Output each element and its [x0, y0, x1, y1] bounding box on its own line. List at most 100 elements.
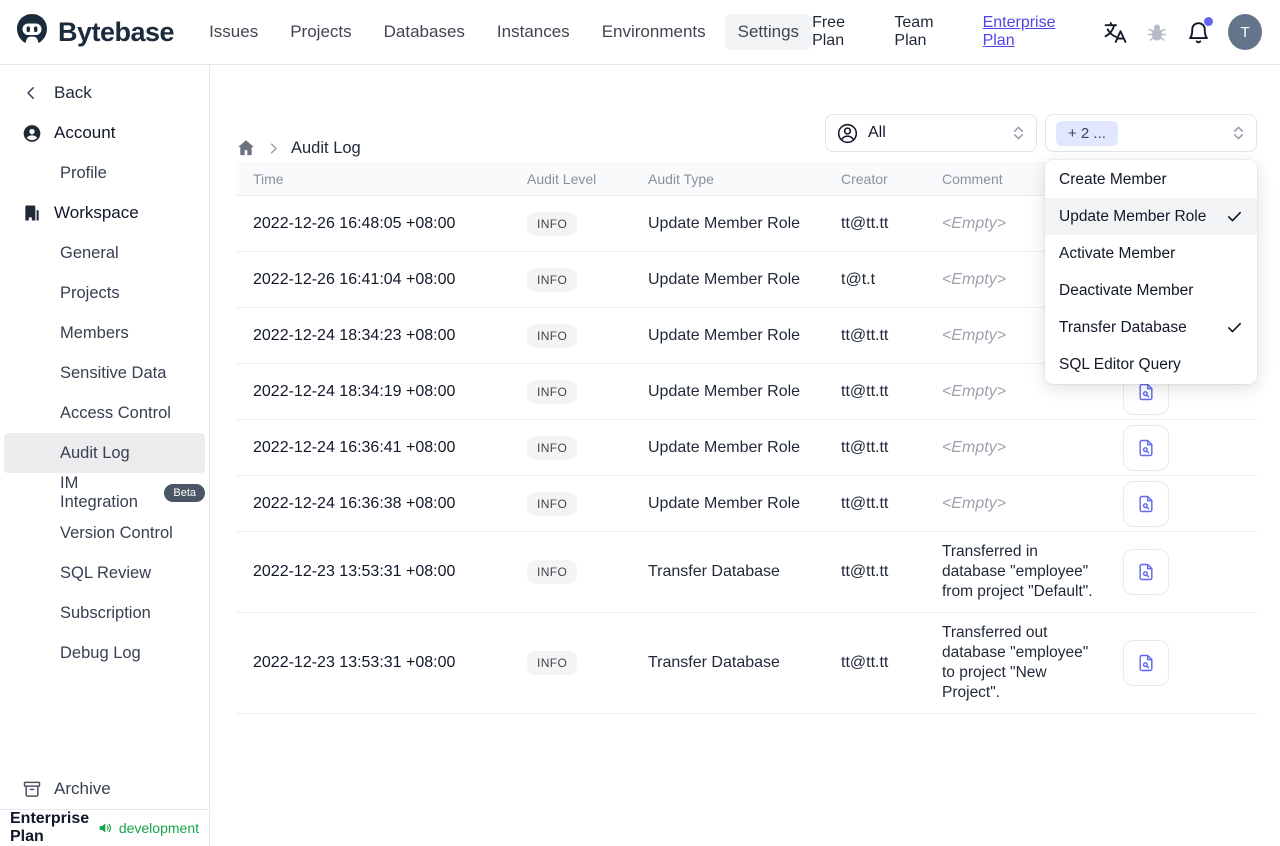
- chevron-left-icon: [22, 84, 42, 102]
- audit-comment: <Empty>: [942, 438, 1007, 456]
- sidebar-item[interactable]: Projects: [4, 273, 205, 313]
- audit-type: Update Member Role: [648, 438, 801, 456]
- view-audit-detail-button[interactable]: [1123, 640, 1169, 686]
- check-icon: [1226, 319, 1243, 336]
- user-avatar[interactable]: T: [1228, 14, 1262, 50]
- audit-time: 2022-12-23 13:53:31 +08:00: [253, 654, 456, 671]
- brand-wordmark: Bytebase: [58, 16, 175, 47]
- audit-creator: tt@tt.tt: [841, 382, 889, 400]
- team-plan-link[interactable]: Team Plan: [894, 14, 965, 50]
- speaker-icon: [97, 820, 113, 836]
- audit-type: Update Member Role: [648, 326, 801, 344]
- nav-item[interactable]: Environments: [589, 14, 719, 50]
- building-icon: [22, 203, 42, 223]
- audit-type-menu-option[interactable]: Activate Member: [1045, 235, 1257, 272]
- file-search-icon: [1136, 494, 1156, 514]
- audit-type: Update Member Role: [648, 214, 801, 232]
- audit-type-menu-option[interactable]: SQL Editor Query: [1045, 346, 1257, 383]
- audit-level-badge: INFO: [527, 211, 578, 236]
- section-workspace: Workspace: [0, 193, 209, 233]
- audit-type-menu-option[interactable]: Create Member: [1045, 161, 1257, 198]
- nav-item[interactable]: Databases: [371, 14, 478, 50]
- col-header-audit-type: Audit Type: [648, 170, 714, 187]
- bytebase-logo[interactable]: Bytebase: [14, 12, 175, 53]
- sidebar-item[interactable]: Profile: [4, 153, 205, 193]
- audit-type: Update Member Role: [648, 270, 801, 288]
- sidebar-item[interactable]: Subscription: [4, 593, 205, 633]
- filter-row: All + 2 ...: [825, 114, 1257, 152]
- audit-time: 2022-12-24 16:36:38 +08:00: [253, 494, 456, 512]
- audit-level-badge: INFO: [527, 560, 578, 584]
- sidebar-item[interactable]: Debug Log: [4, 633, 205, 673]
- col-header-audit-level: Audit Level: [527, 170, 597, 187]
- check-icon: [1226, 208, 1243, 225]
- page-title: Audit Log: [291, 138, 361, 157]
- translate-icon[interactable]: [1103, 19, 1128, 45]
- view-audit-detail-button[interactable]: [1123, 549, 1169, 595]
- beta-badge: Beta: [164, 484, 205, 502]
- audit-creator: tt@tt.tt: [841, 326, 889, 344]
- sidebar-item[interactable]: Access Control: [4, 393, 205, 433]
- audit-type: Transfer Database: [648, 563, 780, 580]
- file-search-icon: [1136, 653, 1156, 673]
- audit-creator: tt@tt.tt: [841, 654, 889, 671]
- sidebar-item[interactable]: SQL Review: [4, 553, 205, 593]
- environment-label: development: [118, 820, 199, 836]
- file-search-icon: [1136, 562, 1156, 582]
- back-button[interactable]: Back: [0, 73, 209, 113]
- free-plan-link[interactable]: Free Plan: [812, 14, 877, 50]
- sidebar-item[interactable]: Sensitive Data: [4, 353, 205, 393]
- breadcrumb: Audit Log: [236, 138, 361, 158]
- sidebar-item[interactable]: General: [4, 233, 205, 273]
- audit-creator: t@t.t: [841, 270, 876, 288]
- section-account: Account: [0, 113, 209, 153]
- audit-log-page: Audit Log All + 2 ... Time Audit Level A…: [210, 65, 1280, 846]
- audit-creator: tt@tt.tt: [841, 438, 889, 456]
- audit-creator: tt@tt.tt: [841, 494, 889, 512]
- nav-item[interactable]: Settings: [724, 14, 813, 50]
- select-chevrons-icon: [1231, 124, 1246, 142]
- user-circle-icon: [22, 123, 42, 144]
- notification-bell-icon[interactable]: [1186, 17, 1214, 45]
- audit-type-menu-option[interactable]: Deactivate Member: [1045, 272, 1257, 309]
- nav-item[interactable]: Projects: [277, 14, 364, 50]
- audit-type-filter-value: + 2 ...: [1056, 120, 1118, 146]
- enterprise-plan-link[interactable]: Enterprise Plan: [983, 14, 1086, 50]
- home-icon[interactable]: [236, 138, 256, 158]
- audit-level-badge: INFO: [527, 491, 578, 516]
- nav-item[interactable]: Issues: [196, 14, 271, 50]
- view-audit-detail-button[interactable]: [1123, 424, 1169, 471]
- audit-type-menu-option[interactable]: Transfer Database: [1045, 309, 1257, 346]
- audit-type-menu-option[interactable]: Update Member Role: [1045, 198, 1257, 235]
- audit-comment: Transferred out database "employee" to p…: [942, 624, 1089, 701]
- file-search-icon: [1136, 438, 1156, 458]
- plan-footer: Enterprise Plan development: [0, 810, 209, 846]
- settings-sidebar: Back Account Profile Workspace General P…: [0, 65, 210, 846]
- nav-right: Free Plan Team Plan Enterprise Plan T: [812, 14, 1262, 50]
- bytebase-mascot-icon: [14, 12, 50, 53]
- bug-report-icon[interactable]: [1145, 19, 1169, 45]
- creator-filter-select[interactable]: All: [825, 114, 1037, 152]
- person-circle-icon: [836, 122, 859, 145]
- audit-creator: tt@tt.tt: [841, 214, 889, 232]
- sidebar-item[interactable]: Audit Log: [4, 433, 205, 473]
- audit-type: Update Member Role: [648, 382, 801, 400]
- sidebar-item[interactable]: Version Control: [4, 513, 205, 553]
- file-search-icon: [1136, 382, 1156, 402]
- nav-item[interactable]: Instances: [484, 14, 583, 50]
- table-row: 2022-12-23 13:53:31 +08:00 INFO Transfer…: [236, 532, 1257, 613]
- audit-time: 2022-12-23 13:53:31 +08:00: [253, 563, 456, 580]
- col-header-time: Time: [253, 170, 284, 187]
- audit-type-filter-select[interactable]: + 2 ...: [1045, 114, 1257, 152]
- audit-level-badge: INFO: [527, 379, 578, 404]
- col-header-creator: Creator: [841, 170, 888, 187]
- audit-time: 2022-12-24 16:36:41 +08:00: [253, 438, 456, 456]
- sidebar-item[interactable]: Members: [4, 313, 205, 353]
- notification-dot: [1204, 17, 1214, 26]
- creator-filter-value: All: [868, 124, 886, 141]
- archive-link[interactable]: Archive: [0, 769, 209, 809]
- view-audit-detail-button[interactable]: [1123, 480, 1169, 527]
- audit-comment: <Empty>: [942, 494, 1007, 512]
- sidebar-item[interactable]: IM Integration Beta: [4, 473, 205, 513]
- audit-time: 2022-12-24 18:34:19 +08:00: [253, 382, 456, 400]
